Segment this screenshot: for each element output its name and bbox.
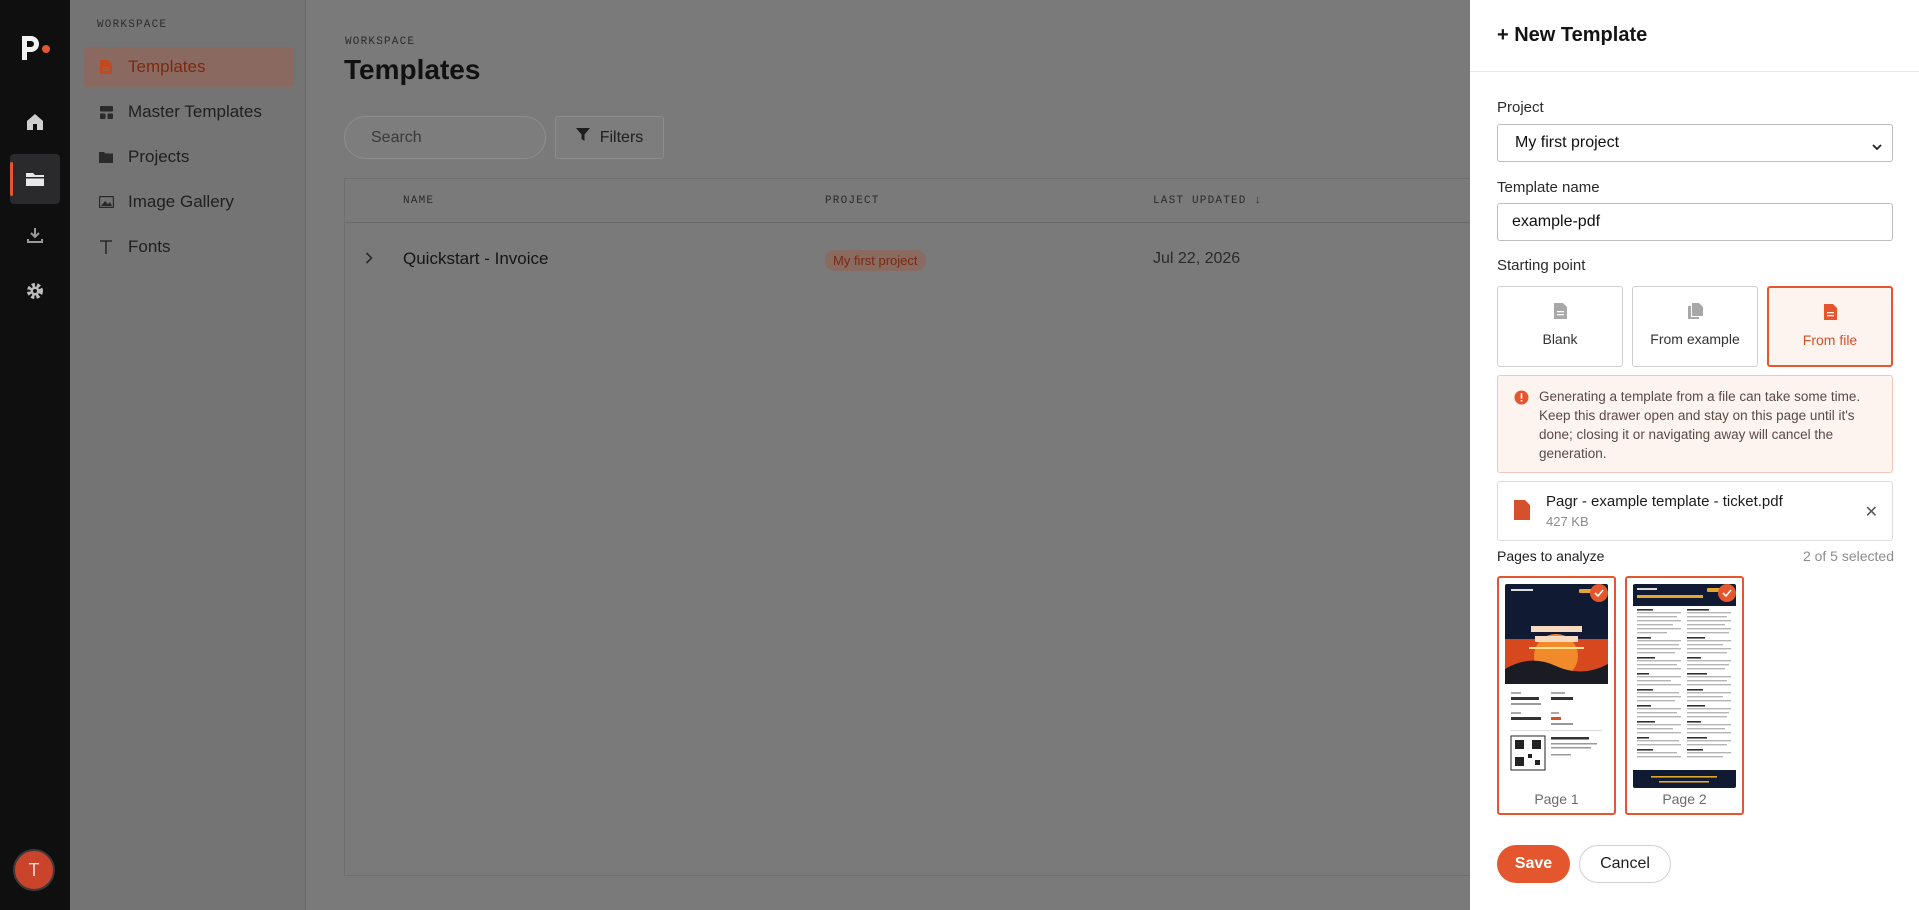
- sidebar-item-templates[interactable]: Templates: [84, 47, 294, 87]
- new-template-drawer: + New Template Project My first project …: [1470, 0, 1919, 910]
- templates-table: NAME PROJECT LAST UPDATED ↓ Quickstart -…: [344, 178, 1534, 876]
- file-name: Pagr - example template - ticket.pdf: [1546, 493, 1783, 510]
- page-title: Templates: [344, 54, 481, 85]
- sidebar-item-label: Image Gallery: [128, 192, 234, 211]
- chevron-down-icon: [1872, 138, 1882, 156]
- cancel-button[interactable]: Cancel: [1579, 845, 1671, 883]
- search-input[interactable]: [344, 116, 546, 159]
- sidebar-item-fonts[interactable]: Fonts: [84, 227, 294, 267]
- project-label: Project: [1497, 99, 1544, 116]
- sidebar-section-title: WORKSPACE: [97, 19, 168, 31]
- sidebar-item-label: Templates: [128, 57, 206, 76]
- pdf-file-icon: [1514, 500, 1530, 525]
- check-icon: [1718, 584, 1736, 602]
- avatar[interactable]: T: [13, 849, 55, 891]
- drawer-title: + New Template: [1497, 24, 1648, 46]
- folder-icon[interactable]: [10, 154, 60, 204]
- row-name[interactable]: Quickstart - Invoice: [403, 249, 549, 269]
- uploaded-file: Pagr - example template - ticket.pdf 427…: [1497, 481, 1893, 541]
- sidebar-item-projects[interactable]: Projects: [84, 137, 294, 177]
- font-icon: [98, 239, 114, 255]
- app-rail: T: [0, 0, 70, 910]
- gear-icon[interactable]: [10, 266, 60, 316]
- page-thumbnail-1[interactable]: Page 1: [1497, 576, 1616, 815]
- starting-point-from-example[interactable]: From example: [1632, 286, 1758, 367]
- workspace-sidebar: WORKSPACE Templates Master Templates Pro…: [70, 0, 306, 910]
- sidebar-item-master-templates[interactable]: Master Templates: [84, 92, 294, 132]
- filters-label: Filters: [599, 128, 644, 146]
- close-icon[interactable]: ✕: [1865, 502, 1878, 522]
- sidebar-item-label: Master Templates: [128, 102, 262, 121]
- starting-point-label: From file: [1802, 332, 1858, 348]
- column-header-project[interactable]: PROJECT: [825, 195, 880, 207]
- check-icon: [1590, 584, 1608, 602]
- starting-point-label: Starting point: [1497, 257, 1586, 274]
- page-label: Page 1: [1534, 791, 1579, 807]
- table-row[interactable]: Quickstart - Invoice My first project Ju…: [345, 224, 1533, 298]
- starting-point-from-file[interactable]: From file: [1767, 286, 1893, 367]
- table-header: NAME PROJECT LAST UPDATED ↓: [345, 179, 1533, 223]
- file-icon: [1823, 304, 1837, 323]
- sidebar-item-label: Projects: [128, 147, 190, 166]
- page-label: Page 2: [1662, 791, 1707, 807]
- page-thumbnail-2[interactable]: Page 2: [1625, 576, 1744, 815]
- row-last-updated: Jul 22, 2026: [1153, 250, 1241, 267]
- copy-icon: [1687, 303, 1703, 322]
- sidebar-item-image-gallery[interactable]: Image Gallery: [84, 182, 294, 222]
- page-preview-image: [1633, 584, 1736, 788]
- starting-point-label: From example: [1650, 331, 1740, 347]
- drawer-header: + New Template: [1470, 0, 1919, 72]
- project-select[interactable]: My first project: [1497, 124, 1893, 162]
- generation-warning: Generating a template from a file can ta…: [1497, 375, 1893, 473]
- filter-icon: [575, 128, 590, 147]
- column-header-name[interactable]: NAME: [403, 195, 434, 207]
- document-icon: [98, 59, 114, 75]
- starting-point-blank[interactable]: Blank: [1497, 286, 1623, 367]
- column-header-last-updated[interactable]: LAST UPDATED ↓: [1153, 195, 1262, 207]
- pages-selected-count: 2 of 5 selected: [1802, 548, 1894, 564]
- sidebar-item-label: Fonts: [128, 237, 171, 256]
- template-name-label: Template name: [1497, 179, 1600, 196]
- chevron-right-icon[interactable]: [365, 251, 373, 269]
- info-icon: [1514, 390, 1529, 410]
- pagr-logo[interactable]: [18, 30, 52, 64]
- warning-text: Generating a template from a file can ta…: [1539, 389, 1861, 461]
- file-size: 427 KB: [1546, 514, 1589, 529]
- breadcrumb: WORKSPACE: [345, 36, 416, 48]
- download-icon[interactable]: [10, 210, 60, 260]
- project-badge: My first project: [825, 250, 926, 271]
- home-icon[interactable]: [10, 97, 60, 147]
- layout-icon: [98, 104, 114, 120]
- folder-icon: [98, 149, 114, 165]
- starting-point-label: Blank: [1542, 331, 1578, 347]
- save-button[interactable]: Save: [1497, 845, 1570, 883]
- filters-button[interactable]: Filters: [555, 116, 664, 159]
- project-select-value: My first project: [1515, 134, 1620, 151]
- document-icon: [1553, 303, 1567, 322]
- image-icon: [98, 194, 114, 210]
- page-preview-image: [1505, 584, 1608, 788]
- template-name-field[interactable]: [1497, 203, 1893, 241]
- pages-to-analyze-label: Pages to analyze: [1497, 548, 1605, 564]
